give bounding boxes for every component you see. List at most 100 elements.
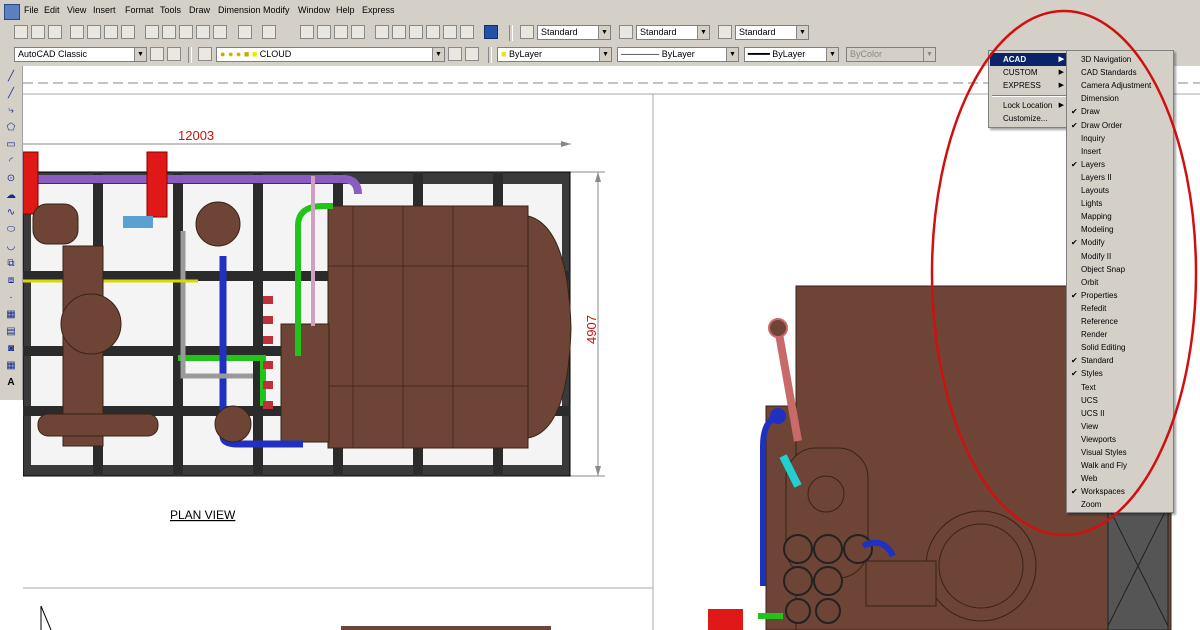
chevron-down-icon[interactable]: ▼: [796, 26, 808, 39]
toolbar-menu-item[interactable]: Visual Styles: [1068, 446, 1172, 459]
toolbar-menu-item[interactable]: Reference: [1068, 315, 1172, 328]
toolbar-menu-item[interactable]: Refedit: [1068, 302, 1172, 315]
menu-format[interactable]: Format: [125, 5, 154, 15]
layer-previous-icon[interactable]: [465, 47, 479, 61]
polygon-icon[interactable]: ⬠: [4, 121, 18, 135]
paste-icon[interactable]: [179, 25, 193, 39]
point-icon[interactable]: ·: [4, 291, 18, 305]
chevron-down-icon[interactable]: ▼: [726, 48, 738, 61]
chevron-down-icon[interactable]: ▼: [826, 48, 838, 61]
layer-properties-icon[interactable]: [198, 47, 212, 61]
toolbar-menu-item[interactable]: Object Snap: [1068, 263, 1172, 276]
toolbar-menu-item[interactable]: Solid Editing: [1068, 341, 1172, 354]
toolbar-menu-item[interactable]: CAD Standards: [1068, 66, 1172, 79]
rectangle-icon[interactable]: ▭: [4, 138, 18, 152]
lineweight-combo[interactable]: ━━━━ ByLayer ▼: [744, 47, 839, 62]
toolbar-menu-item[interactable]: Camera Adjustment: [1068, 79, 1172, 92]
sheet-set-icon[interactable]: [426, 25, 440, 39]
arc-icon[interactable]: ◜: [4, 155, 18, 169]
color-combo[interactable]: ■ ByLayer ▼: [497, 47, 612, 62]
new-icon[interactable]: [14, 25, 28, 39]
toolbar-menu-item[interactable]: Zoom: [1068, 498, 1172, 511]
region-icon[interactable]: ◙: [4, 342, 18, 356]
menu-item-acad[interactable]: ACAD ▶: [990, 53, 1068, 66]
text-style-icon[interactable]: [520, 25, 534, 39]
print-icon[interactable]: [70, 25, 84, 39]
design-center-icon[interactable]: [392, 25, 406, 39]
lightbulb-icon[interactable]: ●: [220, 49, 225, 59]
zoom-window-icon[interactable]: [334, 25, 348, 39]
properties-icon[interactable]: [375, 25, 389, 39]
toolbar-menu-item[interactable]: ✔ Layers: [1068, 158, 1172, 171]
zoom-realtime-icon[interactable]: [317, 25, 331, 39]
hatch-icon[interactable]: ▦: [4, 308, 18, 322]
chevron-down-icon[interactable]: ▼: [598, 26, 610, 39]
gradient-icon[interactable]: ▤: [4, 325, 18, 339]
toolbar-menu-item[interactable]: ✔ Workspaces: [1068, 485, 1172, 498]
undo-icon[interactable]: [238, 25, 252, 39]
multiline-text-icon[interactable]: A: [4, 376, 18, 390]
autocad-app-icon[interactable]: [4, 4, 20, 20]
make-object-layer-current-icon[interactable]: [448, 47, 462, 61]
menu-file[interactable]: File: [24, 5, 39, 15]
open-icon[interactable]: [31, 25, 45, 39]
plot-preview-icon[interactable]: [87, 25, 101, 39]
sun-icon[interactable]: ●: [228, 49, 233, 59]
pan-icon[interactable]: [300, 25, 314, 39]
toolbar-menu-item[interactable]: Render: [1068, 328, 1172, 341]
toolbar-menu-item[interactable]: ✔ Styles: [1068, 367, 1172, 380]
toolbar-menu-item[interactable]: ✔ Draw Order: [1068, 119, 1172, 132]
tool-palettes-icon[interactable]: [409, 25, 423, 39]
circle-icon[interactable]: ⊙: [4, 172, 18, 186]
drawing-canvas[interactable]: 12003 4907 PLAN VIEW: [23, 66, 1200, 630]
menu-view[interactable]: View: [67, 5, 86, 15]
toolbar-menu-item[interactable]: Dimension: [1068, 92, 1172, 105]
match-properties-icon[interactable]: [196, 25, 210, 39]
ellipse-icon[interactable]: ⬭: [4, 223, 18, 237]
toolbar-menu-item[interactable]: Web: [1068, 472, 1172, 485]
layer-combo[interactable]: ● ● ● ■ ■ CLOUD ▼: [216, 47, 445, 62]
menu-item-customize[interactable]: Customize...: [990, 112, 1068, 125]
chevron-down-icon[interactable]: ▼: [134, 48, 146, 61]
toolbar-menu-item[interactable]: ✔ Modify: [1068, 236, 1172, 249]
copy-icon[interactable]: [162, 25, 176, 39]
toolbar-menu-item[interactable]: Text: [1068, 381, 1172, 394]
toolbar-menu-item[interactable]: Inquiry: [1068, 132, 1172, 145]
menu-dimension[interactable]: Dimension: [218, 5, 261, 15]
polyline-icon[interactable]: ⤷: [4, 104, 18, 118]
construction-line-icon[interactable]: ╱: [4, 87, 18, 101]
chevron-down-icon[interactable]: ▼: [599, 48, 611, 61]
zoom-previous-icon[interactable]: [351, 25, 365, 39]
toolbar-menu-item[interactable]: UCS II: [1068, 407, 1172, 420]
menu-window[interactable]: Window: [298, 5, 330, 15]
toolbar-menu-item[interactable]: Layouts: [1068, 184, 1172, 197]
table-icon[interactable]: ▦: [4, 359, 18, 373]
toolbar-menu-item[interactable]: Insert: [1068, 145, 1172, 158]
toolbar-menu-item[interactable]: Layers II: [1068, 171, 1172, 184]
cut-icon[interactable]: [145, 25, 159, 39]
redo-icon[interactable]: [262, 25, 276, 39]
workspace-settings-icon[interactable]: [150, 47, 164, 61]
menu-tools[interactable]: Tools: [160, 5, 181, 15]
chevron-down-icon[interactable]: ▼: [432, 48, 444, 61]
menu-item-custom[interactable]: CUSTOM ▶: [990, 66, 1068, 79]
toolbar-menu-item[interactable]: UCS: [1068, 394, 1172, 407]
menu-help[interactable]: Help: [336, 5, 355, 15]
dim-style-icon[interactable]: [619, 25, 633, 39]
revision-cloud-icon[interactable]: ☁: [4, 189, 18, 203]
toolbar-menu-item[interactable]: Modeling: [1068, 223, 1172, 236]
menu-item-express[interactable]: EXPRESS ▶: [990, 79, 1068, 92]
toolbar-menu-item[interactable]: Walk and Fly: [1068, 459, 1172, 472]
ellipse-arc-icon[interactable]: ◡: [4, 240, 18, 254]
toolbar-menu-item[interactable]: Modify II: [1068, 250, 1172, 263]
linetype-combo[interactable]: ────── ByLayer ▼: [617, 47, 739, 62]
dim-style-combo[interactable]: Standard ▼: [636, 25, 710, 40]
save-icon[interactable]: [48, 25, 62, 39]
insert-block-icon[interactable]: ⧉: [4, 257, 18, 271]
table-style-icon[interactable]: [718, 25, 732, 39]
menu-insert[interactable]: Insert: [93, 5, 116, 15]
block-editor-icon[interactable]: [213, 25, 227, 39]
menu-modify[interactable]: Modify: [263, 5, 290, 15]
toolbar-menu-item[interactable]: Mapping: [1068, 210, 1172, 223]
table-style-combo[interactable]: Standard ▼: [735, 25, 809, 40]
